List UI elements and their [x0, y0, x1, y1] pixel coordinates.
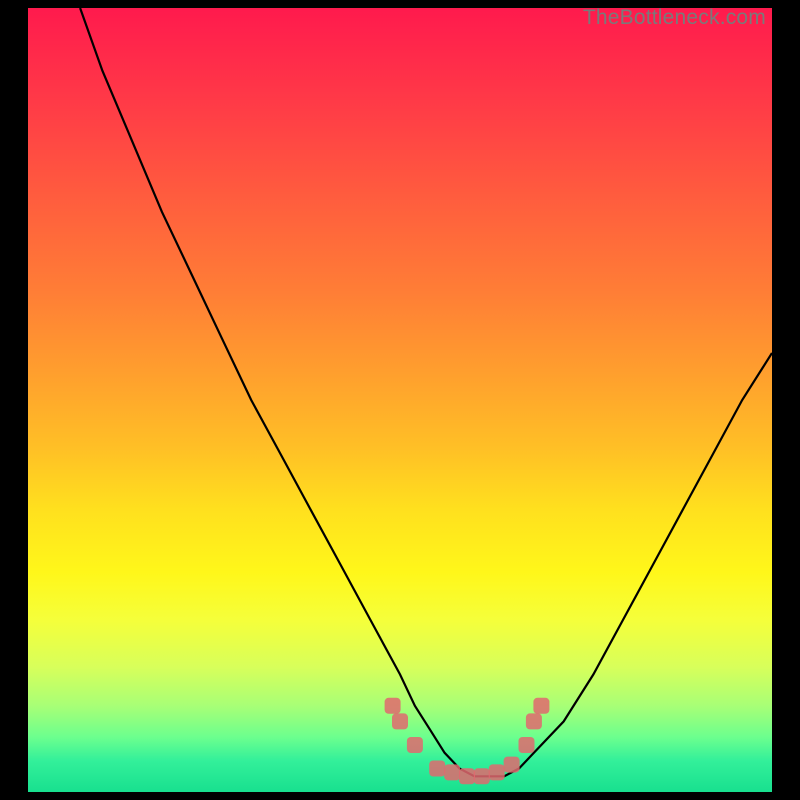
- watermark-text: TheBottleneck.com: [583, 6, 766, 30]
- plot-area: [28, 8, 772, 792]
- highlight-marker: [474, 768, 490, 784]
- highlight-marker: [444, 764, 460, 780]
- highlight-marker: [429, 761, 445, 777]
- highlight-marker: [526, 713, 542, 729]
- highlight-marker: [504, 757, 520, 773]
- highlight-marker: [385, 698, 401, 714]
- highlight-marker: [533, 698, 549, 714]
- bottleneck-curve-path: [80, 8, 772, 776]
- highlight-marker: [489, 764, 505, 780]
- highlight-marker: [519, 737, 535, 753]
- highlight-marker: [392, 713, 408, 729]
- chart-frame: TheBottleneck.com: [0, 0, 800, 800]
- bottleneck-curve-svg: [28, 8, 772, 792]
- highlight-marker: [407, 737, 423, 753]
- highlight-marker: [459, 768, 475, 784]
- marker-group: [385, 698, 550, 785]
